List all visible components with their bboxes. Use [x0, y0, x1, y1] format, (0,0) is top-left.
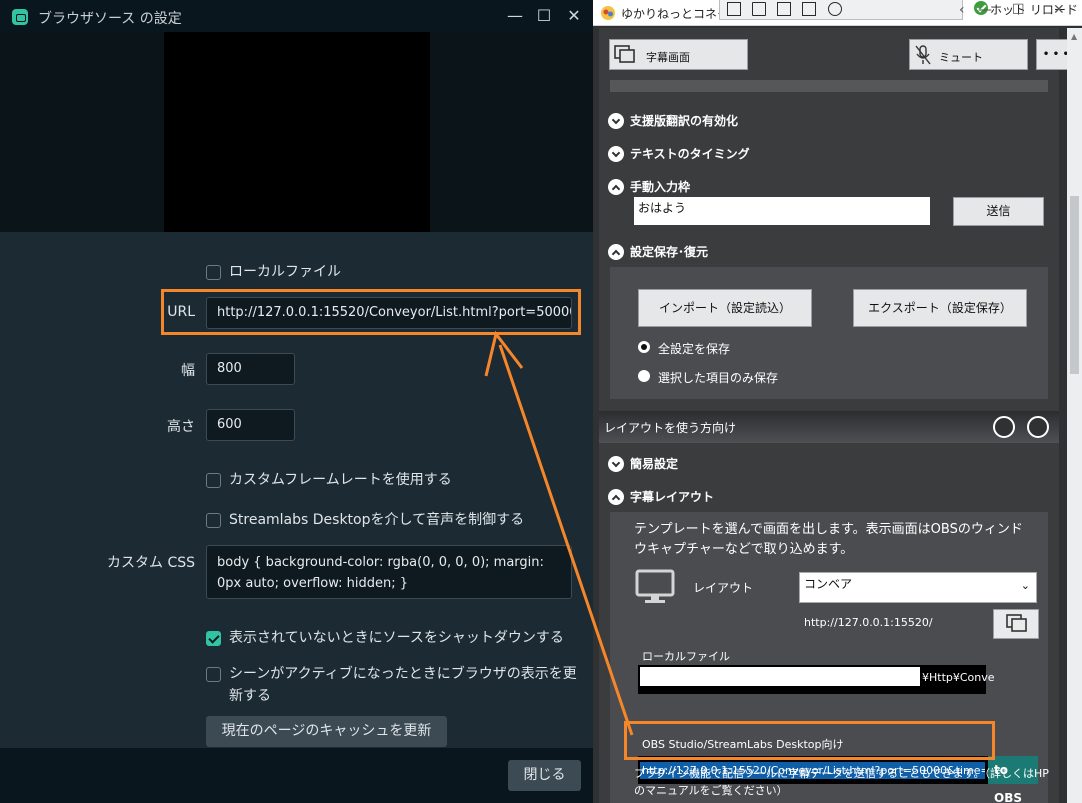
layout-section-bar: レイアウトを使う方向け: [599, 411, 1059, 443]
scrollbar[interactable]: ▲: [1067, 28, 1082, 803]
local-file-path-field[interactable]: ¥Http¥Conve: [638, 665, 995, 694]
screen-icon: [1006, 614, 1027, 632]
manual-input-field[interactable]: おはよう: [634, 197, 930, 225]
close-window-button[interactable]: ✕: [562, 4, 586, 28]
section-text-timing[interactable]: テキストのタイミング: [630, 146, 750, 162]
maximize-button[interactable]: ☐: [532, 4, 556, 28]
back-arrow[interactable]: ‹: [959, 2, 965, 18]
custom-fps-label: カスタムフレームレートを使用する: [229, 472, 452, 488]
select-region-icon[interactable]: [777, 2, 791, 16]
width-label: 幅: [181, 363, 195, 379]
custom-fps-checkbox[interactable]: [206, 473, 221, 488]
width-input[interactable]: 800: [206, 353, 295, 385]
refresh-on-active-label: シーンがアクティブになったときにブラウザの表示を更新する: [229, 666, 577, 704]
screen-pointer-icon[interactable]: [802, 2, 816, 16]
chevron-up-icon[interactable]: [608, 179, 624, 195]
connector-main-panel: 字幕画面 ミュート • • • 支援版翻訳の有効化 テキストのタイミング 手動入…: [599, 28, 1076, 803]
streamlabs-app-icon: [12, 9, 28, 25]
custom-css-textarea[interactable]: body { background-color: rgba(0, 0, 0, 0…: [206, 545, 572, 599]
right-close-button[interactable]: ✕: [1053, 2, 1065, 18]
caption-screen-label: 字幕画面: [646, 51, 690, 64]
section-simple-settings[interactable]: 簡易設定: [630, 456, 678, 472]
broadcast-icon[interactable]: [828, 2, 842, 16]
local-file-label: ローカルファイル: [229, 264, 341, 280]
preview-canvas: [164, 32, 430, 232]
add-screen-icon[interactable]: [727, 2, 741, 16]
url-input[interactable]: http://127.0.0.1:15520/Conveyor/List.htm…: [206, 297, 572, 329]
dialog-footer: 閉じる: [0, 748, 593, 803]
monitor-icon: [635, 569, 675, 603]
yukarinette-connector-window: ゆかりねっとコネクタ ホット リロード ‹ — ☐ ✕ 字幕画面 ミュート • …: [593, 0, 1082, 803]
chevron-down-icon[interactable]: [608, 113, 624, 129]
section-caption-layout[interactable]: 字幕レイアウト: [630, 489, 714, 505]
scroll-thumb[interactable]: [1070, 196, 1079, 374]
source-preview: [0, 32, 593, 232]
radio-selected-items[interactable]: [638, 370, 650, 382]
left-window-title: ブラウザソース の設定: [38, 11, 182, 27]
radio-all-settings-label: 全設定を保存: [658, 342, 731, 356]
plugin-note: プラグイン機能で配信ツールに字幕データを送信することもできます。（詳しくはHPの…: [634, 767, 1049, 797]
left-title-bar: ブラウザソース の設定 — ☐ ✕: [0, 0, 593, 32]
local-file-label-r: ローカルファイル: [642, 650, 730, 663]
yukarinette-logo-icon: [601, 6, 615, 20]
refresh-on-active-checkbox[interactable]: [206, 667, 221, 682]
audio-control-label: Streamlabs Desktopを介して音声を制御する: [229, 512, 525, 528]
export-button[interactable]: エクスポート（設定保存）: [853, 289, 1027, 327]
layout-description: テンプレートを選んで画面を出します。表示画面はOBSのウィンドウキャプチャーなど…: [634, 522, 1023, 557]
local-server-url: http://127.0.0.1:15520/: [804, 616, 933, 629]
open-screen-button[interactable]: [993, 609, 1039, 639]
collapse-all-icon[interactable]: [1027, 416, 1049, 438]
custom-css-label: カスタム CSS: [107, 555, 195, 571]
section-support-translation[interactable]: 支援版翻訳の有効化: [630, 113, 738, 129]
local-file-path-text: ¥Http¥Conve: [922, 671, 995, 684]
mute-button[interactable]: ミュート: [909, 39, 1028, 70]
section-manual-input[interactable]: 手動入力枠: [630, 179, 690, 195]
layout-select[interactable]: コンベア ⌄: [799, 572, 1037, 603]
obs-label: OBS Studio/StreamLabs Desktop向け: [642, 738, 844, 751]
caption-layout-panel: テンプレートを選んで画面を出します。表示画面はOBSのウィンドウキャプチャーなど…: [610, 512, 1048, 803]
shutdown-label: 表示されていないときにソースをシャットダウンする: [229, 630, 564, 646]
mic-off-icon: [915, 45, 931, 65]
layout-label: レイアウト: [693, 581, 754, 595]
import-button[interactable]: インポート（設定読込）: [638, 289, 812, 327]
floating-toolbar: ホット リロード: [719, 0, 1078, 20]
refresh-cache-button[interactable]: 現在のページのキャッシュを更新: [206, 716, 447, 747]
url-label: URL: [167, 304, 195, 320]
shutdown-checkbox[interactable]: [206, 631, 221, 646]
audio-control-checkbox[interactable]: [206, 513, 221, 528]
send-button[interactable]: 送信: [953, 197, 1044, 226]
pointer-icon[interactable]: [752, 2, 766, 16]
minimize-button[interactable]: —: [503, 4, 527, 28]
chevron-up-icon[interactable]: [608, 244, 624, 260]
expand-all-icon[interactable]: [993, 416, 1015, 438]
caption-screen-button[interactable]: 字幕画面: [609, 39, 748, 70]
screen-icon: [614, 45, 635, 63]
right-minimize-button[interactable]: —: [978, 2, 992, 18]
save-restore-panel: インポート（設定読込） エクスポート（設定保存） 全設定を保存 選択した項目のみ…: [610, 267, 1048, 399]
radio-all-settings[interactable]: [638, 341, 650, 353]
browser-source-settings-window: ブラウザソース の設定 — ☐ ✕ ローカルファイル URL http://12…: [0, 0, 593, 803]
section-save-restore[interactable]: 設定保存･復元: [630, 244, 708, 260]
chevron-down-icon[interactable]: [608, 146, 624, 162]
height-label: 高さ: [167, 419, 195, 435]
local-file-checkbox[interactable]: [206, 265, 221, 280]
height-input[interactable]: 600: [206, 409, 295, 441]
collapsed-area: [610, 80, 1048, 92]
right-title-bar: ゆかりねっとコネクタ ホット リロード ‹ — ☐ ✕: [593, 0, 1082, 26]
right-maximize-button[interactable]: ☐: [1012, 2, 1025, 18]
chevron-down-icon: ⌄: [1020, 579, 1030, 592]
chevron-down-icon[interactable]: [608, 456, 624, 472]
local-file-path-redacted: [640, 667, 920, 686]
radio-selected-items-label: 選択した項目のみ保存: [658, 371, 779, 385]
close-button[interactable]: 閉じる: [508, 760, 581, 791]
mute-label: ミュート: [939, 51, 983, 64]
layout-section-title: レイアウトを使う方向け: [604, 421, 737, 435]
chevron-up-icon[interactable]: [608, 489, 624, 505]
layout-select-value: コンベア: [804, 577, 853, 591]
settings-form: ローカルファイル URL http://127.0.0.1:15520/Conv…: [0, 232, 593, 748]
scroll-up-icon[interactable]: ▲: [1071, 32, 1077, 41]
